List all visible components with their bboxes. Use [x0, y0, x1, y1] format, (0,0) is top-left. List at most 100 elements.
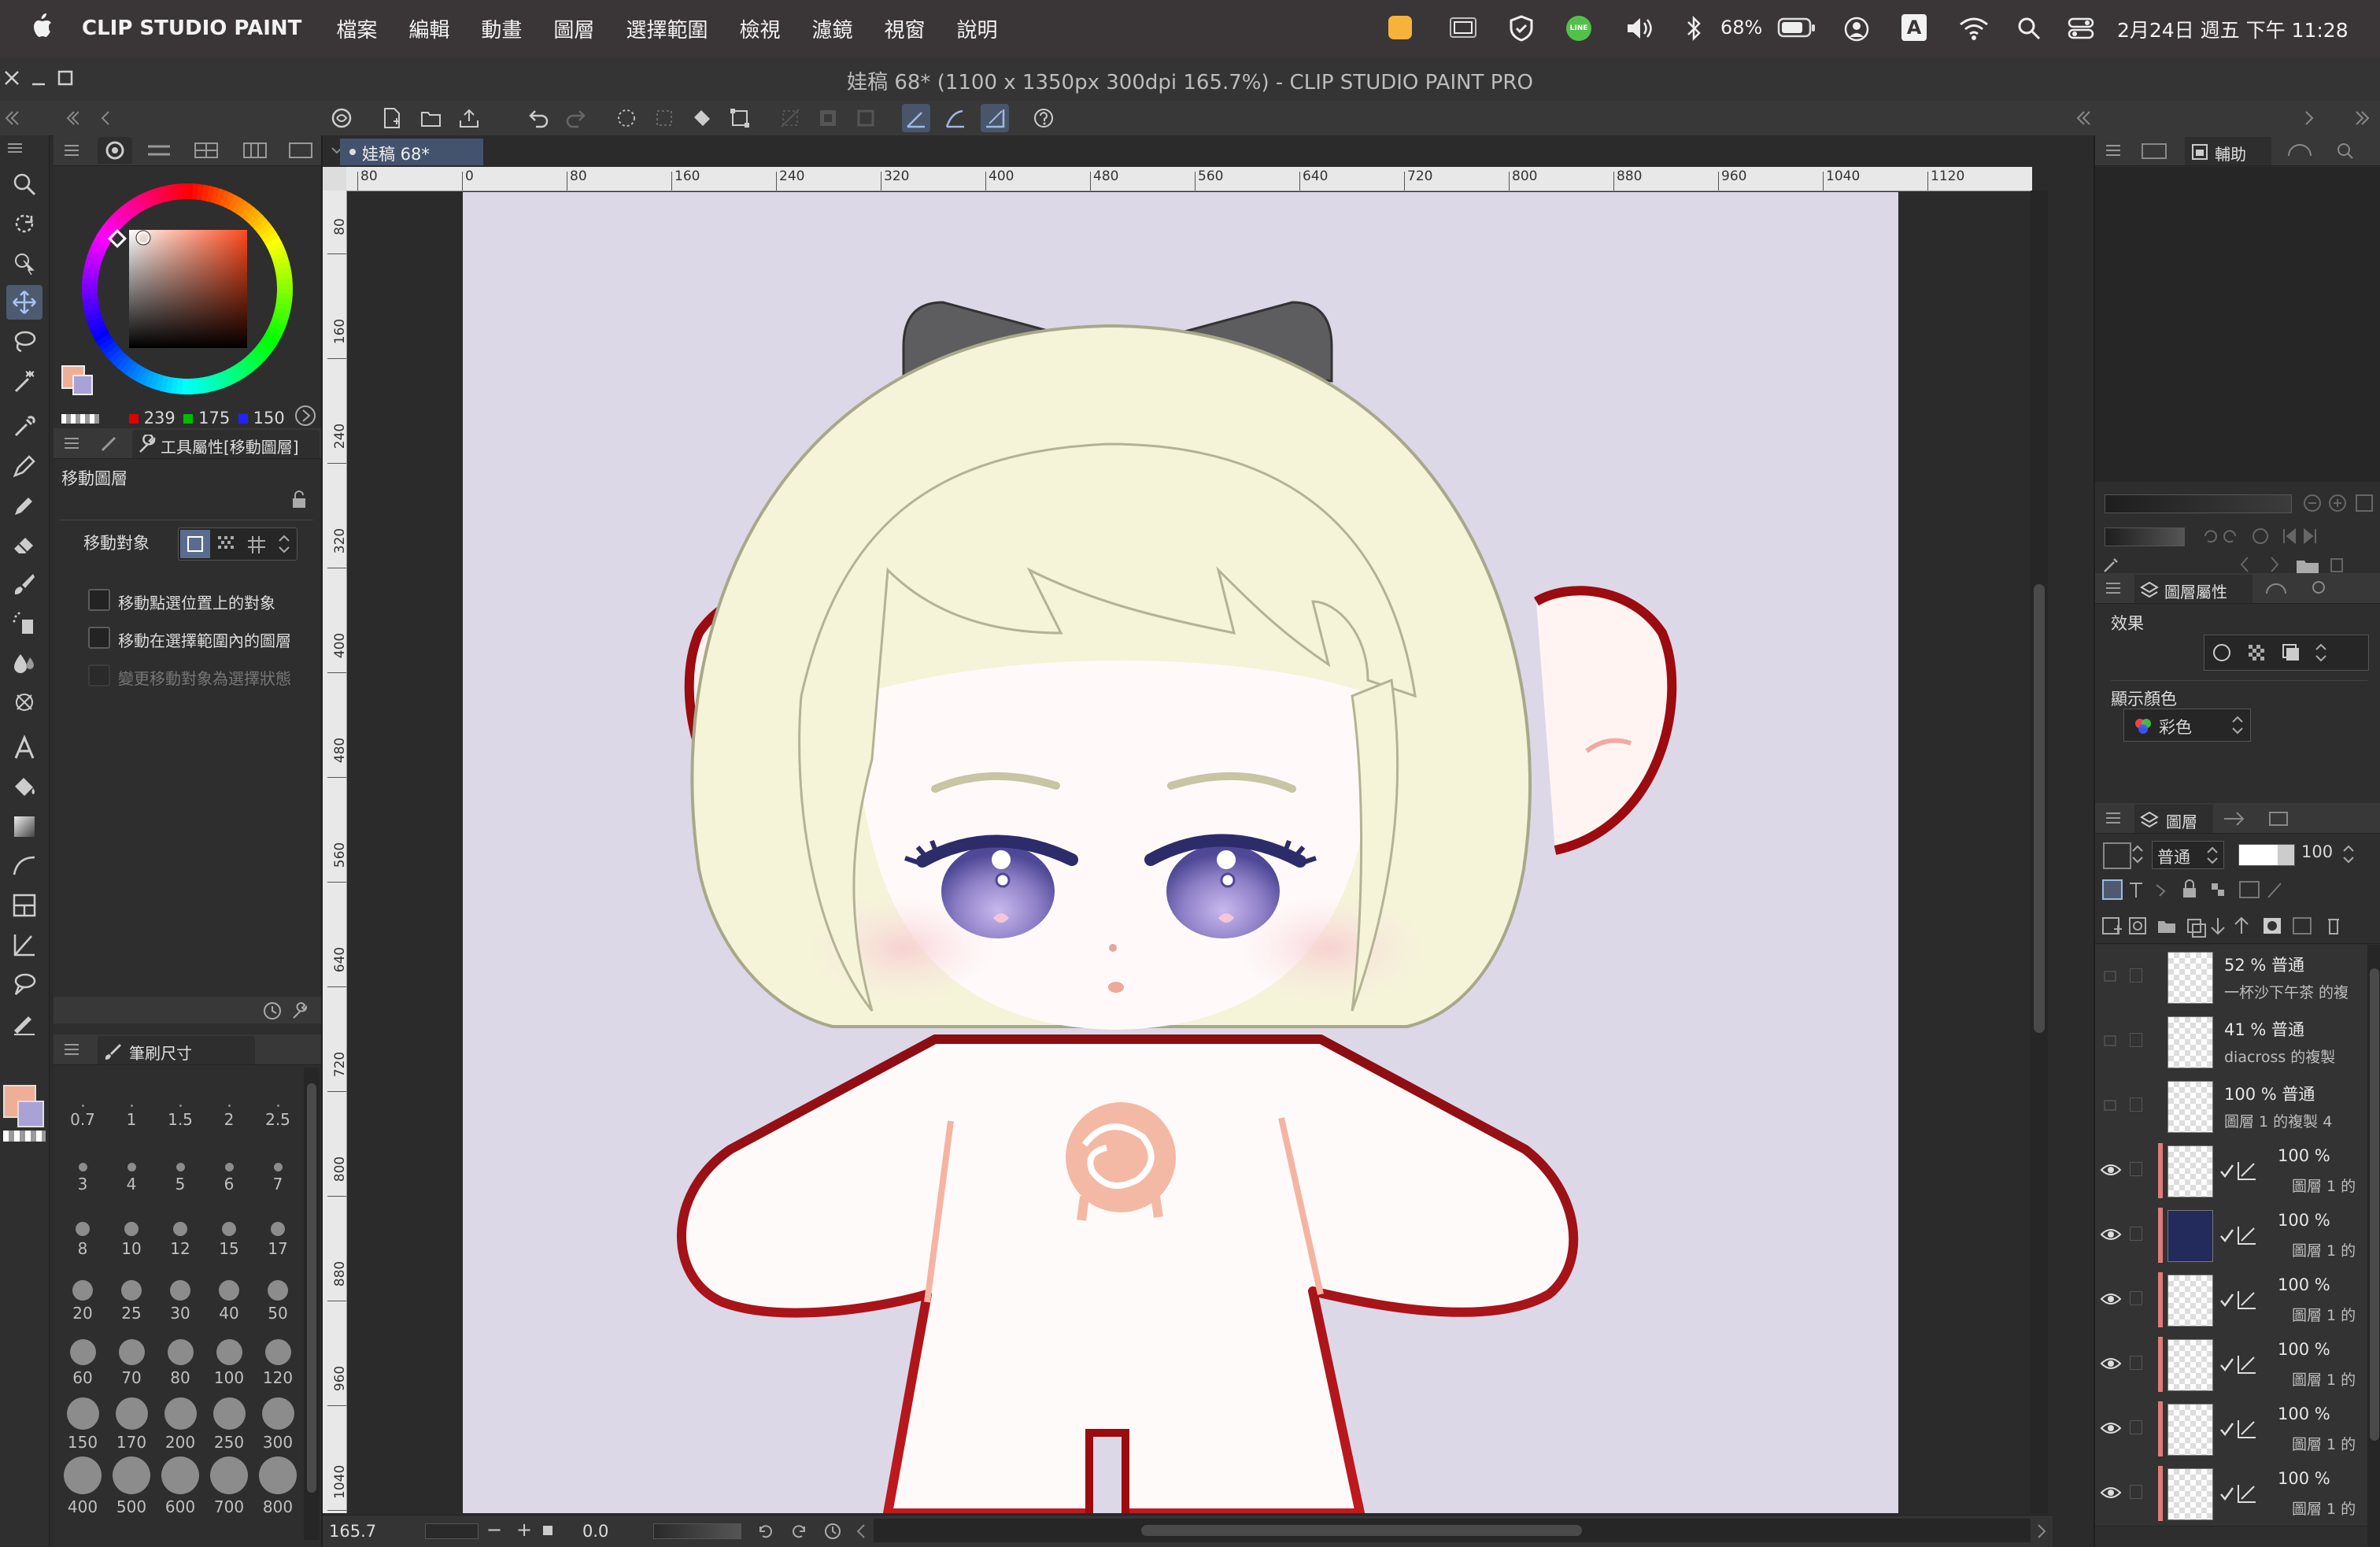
rotation-value[interactable]: 0.0	[582, 1522, 608, 1541]
brush-size-option[interactable]: 60	[60, 1330, 105, 1392]
brush-size-option[interactable]: 800	[255, 1456, 301, 1521]
target-tone-icon[interactable]	[215, 533, 238, 555]
tool-lasso[interactable]	[6, 324, 42, 359]
selection-border-button[interactable]	[852, 104, 880, 132]
wifi-icon[interactable]	[1958, 16, 1990, 41]
brush-size-option[interactable]: 600	[157, 1456, 203, 1521]
layer-lock-toggle[interactable]	[2130, 1420, 2142, 1434]
horizontal-scrollbar[interactable]	[874, 1519, 2031, 1542]
layer-lock-icons[interactable]	[2101, 877, 2369, 902]
shield-icon[interactable]	[1508, 14, 1535, 43]
document-tab[interactable]: 娃稿 68*	[340, 139, 483, 165]
tool-pencil[interactable]	[6, 488, 42, 523]
transform-button[interactable]	[726, 104, 754, 132]
brush-size-option[interactable]: 3	[60, 1137, 105, 1198]
tab-sub-view[interactable]: 輔助	[2185, 137, 2271, 165]
brush-size-option[interactable]: 12	[157, 1201, 203, 1263]
move-target-selector[interactable]	[178, 527, 298, 561]
tool-curve[interactable]	[6, 849, 42, 883]
deselect-button[interactable]	[776, 104, 804, 132]
app-menu[interactable]: CLIP STUDIO PAINT	[82, 17, 301, 40]
opacity-stepper-icon[interactable]	[2341, 842, 2356, 866]
sub-view-zoom-icons[interactable]	[2301, 491, 2377, 515]
undo-button[interactable]	[524, 104, 552, 132]
sub-color-swatch[interactable]	[17, 1101, 44, 1127]
sub-tool-tab-icon[interactable]	[98, 433, 121, 453]
clear-button[interactable]	[612, 104, 641, 132]
brush-size-option[interactable]: 70	[109, 1330, 154, 1392]
tab-layer-property[interactable]: 圖層屬性	[2134, 575, 2252, 603]
brush-size-option[interactable]: 100	[206, 1330, 252, 1392]
brush-size-option[interactable]: 8	[60, 1201, 105, 1263]
brush-size-option[interactable]: 1.5	[157, 1072, 203, 1134]
dropdown-arrows-icon[interactable]	[2313, 640, 2329, 665]
eye-icon[interactable]	[2100, 1223, 2122, 1245]
tab-color-wheel[interactable]	[98, 137, 132, 164]
volume-icon[interactable]	[1624, 16, 1656, 41]
eye-icon[interactable]	[2100, 1482, 2122, 1504]
new-file-button[interactable]	[378, 104, 406, 132]
brush-size-option[interactable]: 120	[255, 1330, 301, 1392]
layer-row[interactable]: 100 % 圖層 1 的	[2095, 1203, 2367, 1268]
tool-gradient[interactable]	[6, 809, 42, 844]
brush-size-option[interactable]: 150	[60, 1395, 105, 1456]
zoom-value[interactable]: 165.7	[329, 1522, 376, 1541]
brush-size-option[interactable]: 400	[60, 1456, 105, 1521]
user-account-icon[interactable]	[1843, 16, 1870, 43]
clear-outside-button[interactable]	[650, 104, 678, 132]
brush-size-option[interactable]: 80	[157, 1330, 203, 1392]
document-canvas[interactable]	[463, 192, 1898, 1513]
tool-eyedropper[interactable]	[6, 409, 42, 444]
brush-size-option[interactable]: 25	[109, 1266, 154, 1327]
intermediate-color-tab-icon[interactable]	[241, 140, 269, 161]
brush-size-option[interactable]: 20	[60, 1266, 105, 1327]
eye-icon[interactable]	[2100, 1288, 2122, 1310]
hidden-eye-icon[interactable]	[2100, 965, 2122, 987]
dropdown-arrows-icon[interactable]	[2130, 842, 2145, 866]
brush-size-option[interactable]: 15	[206, 1201, 252, 1263]
battery-icon[interactable]	[1777, 17, 1816, 39]
scroll-left-icon[interactable]	[852, 1520, 870, 1542]
blend-mode-select[interactable]: 普通	[2152, 841, 2224, 869]
layer-row[interactable]: 100 % 圖層 1 的	[2095, 1461, 2367, 1527]
menu-icon[interactable]	[2105, 581, 2122, 595]
layer-row[interactable]: 52 % 普通 一杯沙下午茶 的複	[2095, 945, 2367, 1010]
menu-icon[interactable]	[63, 143, 80, 157]
expand-right-icon[interactable]	[2350, 107, 2372, 129]
layer-row[interactable]: 100 % 圖層 1 的	[2095, 1397, 2367, 1462]
menu-filter[interactable]: 濾鏡	[811, 14, 852, 43]
tool-brush[interactable]	[6, 567, 42, 601]
navigator-tab-icon[interactable]	[2139, 140, 2171, 161]
opacity-slider[interactable]	[2238, 844, 2295, 866]
zoom-in-icon[interactable]: +	[516, 1519, 532, 1541]
display-color-select[interactable]: 彩色	[2123, 709, 2251, 742]
apple-icon[interactable]	[30, 13, 54, 45]
horizontal-scrollbar-thumb[interactable]	[1141, 1525, 1582, 1536]
menu-edit[interactable]: 編輯	[408, 14, 449, 43]
chevron-left-icon[interactable]	[98, 107, 113, 129]
layer-thumbnail[interactable]	[2168, 1081, 2213, 1133]
brush-size-option[interactable]: 0.7	[60, 1072, 105, 1134]
layer-thumbnail[interactable]	[2168, 1275, 2213, 1327]
brush-size-option[interactable]: 6	[206, 1137, 252, 1198]
search-layer-tab-icon[interactable]	[2331, 140, 2363, 161]
menu-view[interactable]: 檢視	[739, 14, 780, 43]
sub-color-chip[interactable]	[72, 375, 93, 395]
layer-list-scrollbar[interactable]	[2367, 945, 2380, 1546]
layer-action-icons[interactable]	[2101, 913, 2377, 938]
brush-size-option[interactable]: 5	[157, 1137, 203, 1198]
menu-layer[interactable]: 圖層	[553, 14, 594, 43]
menu-icon[interactable]	[2105, 143, 2122, 157]
menu-window[interactable]: 視窗	[884, 14, 925, 43]
eye-icon[interactable]	[2100, 1159, 2122, 1181]
snap-special-ruler-button[interactable]	[941, 104, 970, 132]
tool-move-layer[interactable]	[6, 285, 42, 320]
brush-size-option[interactable]: 700	[206, 1456, 252, 1521]
option-checkbox-1[interactable]	[88, 589, 110, 611]
brush-size-option[interactable]: 2	[206, 1072, 252, 1134]
fill-button[interactable]	[688, 104, 716, 132]
layer-lock-toggle[interactable]	[2130, 1227, 2142, 1241]
brush-size-option[interactable]: 7	[255, 1137, 301, 1198]
sub-view-rotate-icons[interactable]	[2197, 524, 2378, 548]
transparent-color-chip[interactable]	[61, 414, 99, 424]
